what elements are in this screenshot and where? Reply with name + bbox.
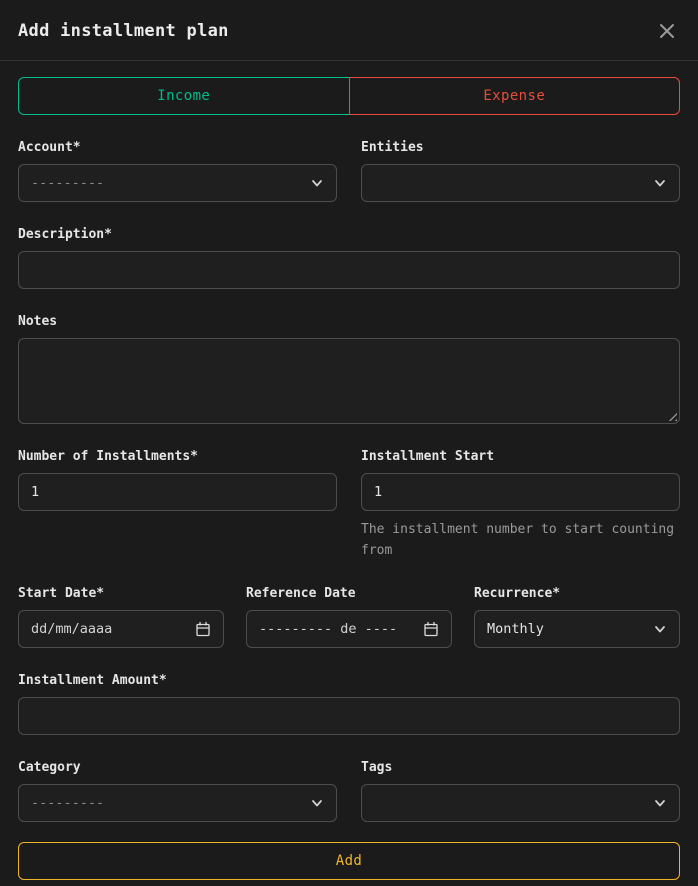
close-button[interactable] <box>646 18 680 44</box>
notes-label: Notes <box>18 313 680 330</box>
chevron-down-icon <box>310 176 324 190</box>
category-label: Category <box>18 759 337 776</box>
installments-label: Number of Installments* <box>18 448 337 465</box>
modal-header: Add installment plan <box>0 0 698 61</box>
add-installment-plan-modal: Add installment plan Income Expense Acco… <box>0 0 698 886</box>
income-button[interactable]: Income <box>18 77 350 115</box>
tags-label: Tags <box>361 759 680 776</box>
installments-input[interactable] <box>18 473 337 511</box>
transaction-type-toggle: Income Expense <box>18 77 680 115</box>
add-button[interactable]: Add <box>18 842 680 880</box>
recurrence-select[interactable]: Monthly <box>474 610 680 648</box>
close-icon <box>656 30 678 45</box>
installment-start-label: Installment Start <box>361 448 680 465</box>
notes-textarea[interactable] <box>18 338 680 424</box>
category-select[interactable]: --------- <box>18 784 337 822</box>
reference-date-value: --------- de ---- <box>259 621 397 637</box>
installment-start-input[interactable] <box>361 473 680 511</box>
notes-field <box>18 338 680 424</box>
amount-input[interactable] <box>18 697 680 735</box>
installment-start-help: The installment number to start counting… <box>361 519 680 561</box>
calendar-icon <box>195 621 211 637</box>
entities-label: Entities <box>361 139 680 156</box>
category-select-value: --------- <box>31 795 104 811</box>
start-date-input[interactable]: dd/mm/aaaa <box>18 610 224 648</box>
chevron-down-icon <box>653 176 667 190</box>
expense-button[interactable]: Expense <box>349 77 681 115</box>
amount-label: Installment Amount* <box>18 672 680 689</box>
description-input[interactable] <box>18 251 680 289</box>
entities-select[interactable] <box>361 164 680 202</box>
account-select[interactable]: --------- <box>18 164 337 202</box>
description-label: Description* <box>18 226 680 243</box>
calendar-icon <box>423 621 439 637</box>
chevron-down-icon <box>653 622 667 636</box>
account-label: Account* <box>18 139 337 156</box>
modal-title: Add installment plan <box>18 21 229 41</box>
recurrence-select-value: Monthly <box>487 621 544 637</box>
reference-date-label: Reference Date <box>246 585 452 602</box>
chevron-down-icon <box>653 796 667 810</box>
start-date-label: Start Date* <box>18 585 224 602</box>
modal-body: Income Expense Account* --------- Entiti… <box>0 61 698 886</box>
reference-date-input[interactable]: --------- de ---- <box>246 610 452 648</box>
start-date-value: dd/mm/aaaa <box>31 621 112 637</box>
account-select-value: --------- <box>31 175 104 191</box>
chevron-down-icon <box>310 796 324 810</box>
recurrence-label: Recurrence* <box>474 585 680 602</box>
tags-select[interactable] <box>361 784 680 822</box>
